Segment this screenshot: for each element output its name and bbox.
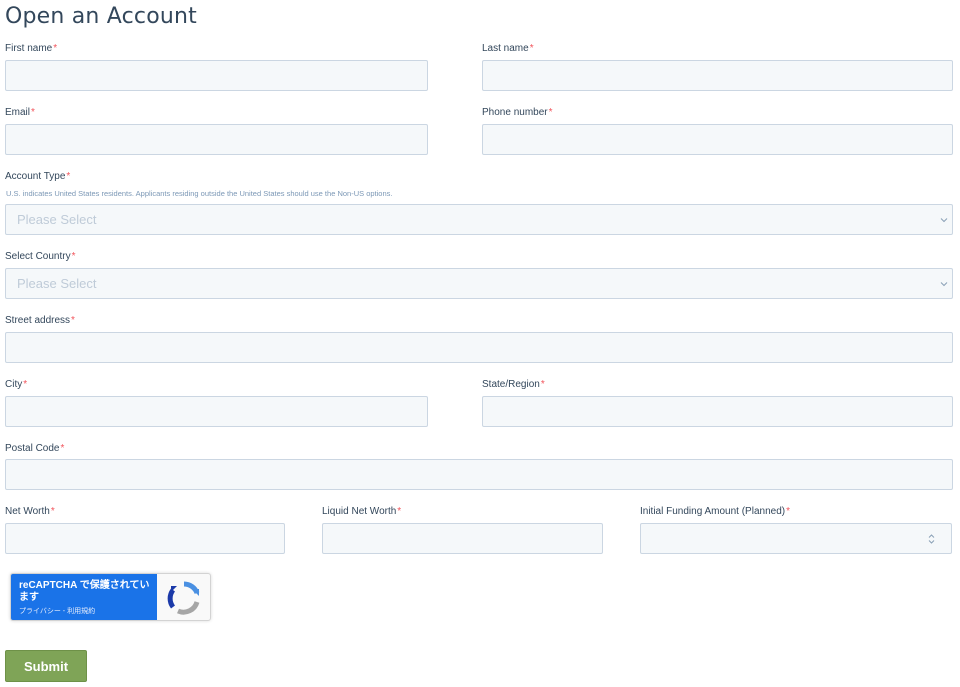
required-marker: * bbox=[397, 506, 402, 517]
recaptcha-badge[interactable]: reCAPTCHA で保護されています プライバシー - 利用規約 bbox=[10, 573, 211, 621]
phone-label-text: Phone number bbox=[482, 107, 548, 118]
state-label: State/Region* bbox=[482, 379, 545, 390]
first-name-label: First name* bbox=[5, 43, 57, 54]
account-type-label-text: Account Type bbox=[5, 171, 66, 182]
spinner-icon[interactable] bbox=[926, 532, 937, 546]
account-type-placeholder: Please Select bbox=[17, 212, 97, 227]
chevron-down-icon bbox=[940, 282, 948, 287]
liquid-net-worth-input[interactable] bbox=[322, 523, 603, 554]
liquid-net-worth-label: Liquid Net Worth* bbox=[322, 506, 401, 517]
recaptcha-title: reCAPTCHA で保護されています bbox=[19, 580, 150, 603]
postal-label: Postal Code* bbox=[5, 443, 64, 454]
required-marker: * bbox=[23, 379, 28, 390]
email-input[interactable] bbox=[5, 124, 428, 155]
net-worth-label-text: Net Worth bbox=[5, 506, 50, 517]
required-marker: * bbox=[53, 43, 58, 54]
page-title: Open an Account bbox=[5, 4, 197, 29]
recaptcha-panel: reCAPTCHA で保護されています プライバシー - 利用規約 bbox=[11, 574, 157, 620]
net-worth-label: Net Worth* bbox=[5, 506, 55, 517]
last-name-input[interactable] bbox=[482, 60, 953, 91]
last-name-label: Last name* bbox=[482, 43, 534, 54]
country-select[interactable]: Please Select bbox=[5, 268, 953, 299]
state-label-text: State/Region bbox=[482, 379, 540, 390]
street-label: Street address* bbox=[5, 315, 75, 326]
phone-input[interactable] bbox=[482, 124, 953, 155]
required-marker: * bbox=[529, 43, 534, 54]
required-marker: * bbox=[540, 379, 545, 390]
account-type-select[interactable]: Please Select bbox=[5, 204, 953, 235]
required-marker: * bbox=[548, 107, 553, 118]
country-label: Select Country* bbox=[5, 251, 76, 262]
required-marker: * bbox=[31, 107, 35, 118]
street-label-text: Street address bbox=[5, 315, 71, 326]
postal-label-text: Postal Code bbox=[5, 443, 60, 454]
city-input[interactable] bbox=[5, 396, 428, 427]
net-worth-input[interactable] bbox=[5, 523, 285, 554]
phone-label: Phone number* bbox=[482, 107, 553, 118]
required-marker: * bbox=[71, 251, 76, 262]
required-marker: * bbox=[71, 315, 75, 326]
required-marker: * bbox=[66, 171, 71, 182]
chevron-down-icon bbox=[940, 218, 948, 223]
first-name-input[interactable] bbox=[5, 60, 428, 91]
account-type-help: U.S. indicates United States residents. … bbox=[6, 189, 393, 198]
country-label-text: Select Country bbox=[5, 251, 71, 262]
postal-code-input[interactable] bbox=[5, 459, 953, 490]
initial-funding-input[interactable] bbox=[640, 523, 952, 554]
city-label-text: City bbox=[5, 379, 23, 390]
first-name-label-text: First name bbox=[5, 43, 53, 54]
recaptcha-links[interactable]: プライバシー - 利用規約 bbox=[19, 606, 95, 616]
required-marker: * bbox=[50, 506, 55, 517]
email-label: Email* bbox=[5, 107, 35, 118]
country-placeholder: Please Select bbox=[17, 276, 97, 291]
email-label-text: Email bbox=[5, 107, 31, 118]
city-label: City* bbox=[5, 379, 27, 390]
submit-button[interactable]: Submit bbox=[5, 650, 87, 682]
account-type-label: Account Type* bbox=[5, 171, 70, 182]
initial-funding-label: Initial Funding Amount (Planned)* bbox=[640, 506, 790, 517]
last-name-label-text: Last name bbox=[482, 43, 529, 54]
street-input[interactable] bbox=[5, 332, 953, 363]
recaptcha-logo-icon bbox=[167, 581, 200, 615]
required-marker: * bbox=[60, 443, 65, 454]
state-input[interactable] bbox=[482, 396, 953, 427]
initial-funding-label-text: Initial Funding Amount (Planned) bbox=[640, 506, 786, 517]
liquid-net-worth-label-text: Liquid Net Worth bbox=[322, 506, 397, 517]
required-marker: * bbox=[786, 506, 790, 517]
